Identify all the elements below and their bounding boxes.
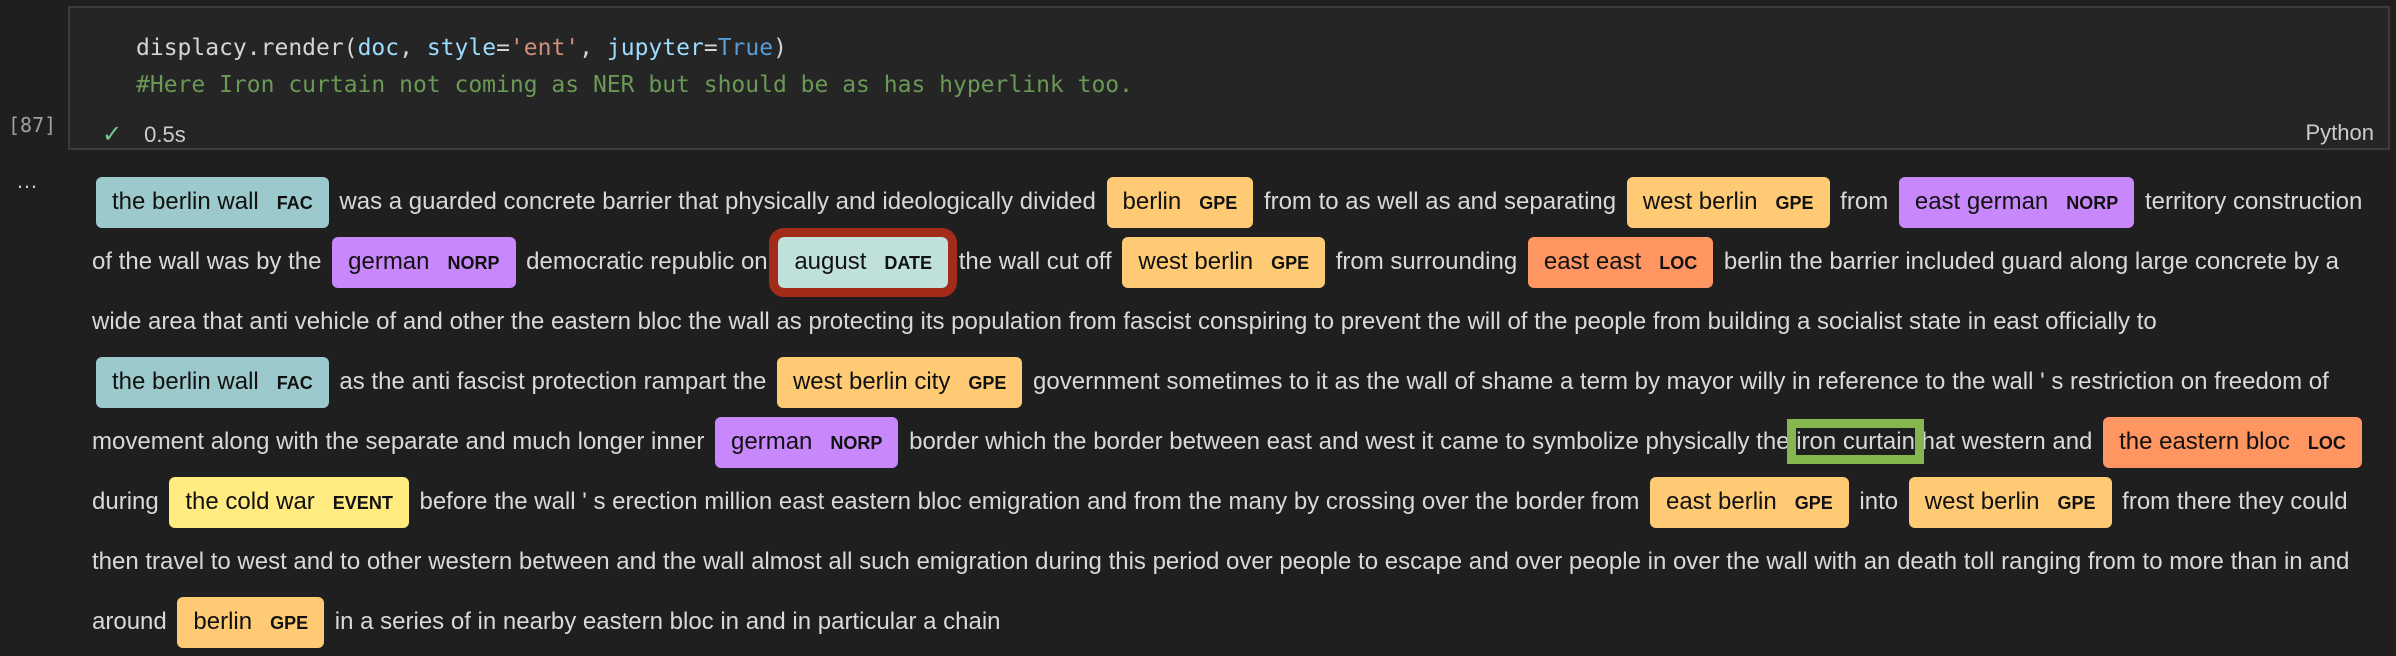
code-token: style <box>426 35 497 61</box>
entity-text: the berlin wall <box>112 188 259 215</box>
entity-gpe: west berlin GPE <box>1908 477 2112 528</box>
execution-time: 0.5s <box>144 121 186 147</box>
code-token: doc <box>357 35 400 61</box>
plain-text: hat western and <box>1921 428 2100 455</box>
code-cell[interactable]: displacy.render(doc, style='ent', jupyte… <box>68 6 2390 150</box>
code-token: True <box>717 35 774 61</box>
entity-label: FAC <box>276 193 313 213</box>
code-token: 'ent' <box>509 35 580 61</box>
entity-label: GPE <box>270 613 309 633</box>
code-token: , <box>579 35 607 61</box>
code-token: , <box>399 35 427 61</box>
plain-text: border which the border between east and… <box>902 428 1797 455</box>
code-token: ) <box>773 35 787 61</box>
entity-text: the berlin wall <box>112 368 259 395</box>
plain-text: as the anti fascist protection rampart t… <box>332 368 773 395</box>
execution-status: ✓ 0.5s <box>102 120 186 149</box>
entity-label: GPE <box>1199 193 1238 213</box>
entity-label: DATE <box>884 253 933 273</box>
plain-text: was a guarded concrete barrier that phys… <box>332 188 1103 215</box>
execution-count: [87] <box>8 113 57 137</box>
displacy-output: the berlin wall FAC was a guarded concret… <box>92 172 2382 652</box>
entity-text: east german <box>1914 188 2049 215</box>
entity-text: german <box>348 248 430 275</box>
code-token: = <box>703 35 718 61</box>
entity-label: GPE <box>2057 493 2096 513</box>
entity-fac: the berlin wall FAC <box>96 357 329 408</box>
entity-label: GPE <box>1794 493 1833 513</box>
check-icon: ✓ <box>102 121 123 148</box>
entity-gpe: west berlin GPE <box>1122 237 1326 288</box>
entity-norp: german NORP <box>332 237 516 288</box>
entity-text: august <box>794 248 867 275</box>
entity-gpe: west berlin city GPE <box>776 357 1023 408</box>
entity-gpe: east berlin GPE <box>1649 477 1849 528</box>
code-line-1: displacy.render(doc, style='ent', jupyte… <box>136 35 787 61</box>
entity-text: berlin <box>1122 188 1182 215</box>
plain-text: into <box>1852 488 1905 515</box>
entity-norp: east german NORP <box>1898 177 2135 228</box>
entity-text: west berlin <box>1924 488 2040 515</box>
plain-text: democratic republic on <box>519 248 775 275</box>
code-token: jupyter <box>606 35 704 61</box>
plain-text: in a series of in nearby eastern bloc in… <box>328 608 1001 635</box>
entity-gpe: berlin GPE <box>1106 177 1254 228</box>
plain-text: before the wall ' s erection million eas… <box>412 488 1646 515</box>
entity-label: GPE <box>1271 253 1310 273</box>
entity-gpe: west berlin GPE <box>1626 177 1830 228</box>
plain-text: the wall cut off <box>952 248 1119 275</box>
entity-event: the cold war EVENT <box>169 477 409 528</box>
entity-loc: the eastern bloc LOC <box>2103 417 2362 468</box>
entity-label: GPE <box>968 373 1007 393</box>
code-token: displacy.render( <box>136 35 358 61</box>
entity-label: NORP <box>2066 193 2119 213</box>
plain-text: from <box>1833 188 1895 215</box>
plain-text: from to as well as and separating <box>1257 188 1623 215</box>
entity-loc: east east LOC <box>1527 237 1714 288</box>
entity-date: august DATE <box>769 228 958 297</box>
more-actions-icon[interactable]: … <box>16 168 40 194</box>
plain-text: during <box>92 488 166 515</box>
entity-label: GPE <box>1775 193 1814 213</box>
entity-text: berlin <box>193 608 253 635</box>
entity-label: EVENT <box>332 493 393 513</box>
plain-text: from surrounding <box>1329 248 1524 275</box>
entity-fac: the berlin wall FAC <box>96 177 329 228</box>
entity-text: the cold war <box>185 488 315 515</box>
entity-label: LOC <box>2307 433 2346 453</box>
code-editor[interactable]: displacy.render(doc, style='ent', jupyte… <box>136 30 1133 104</box>
entity-label: LOC <box>1659 253 1698 273</box>
entity-label: FAC <box>276 373 313 393</box>
entity-norp: german NORP <box>715 417 899 468</box>
entity-text: west berlin <box>1138 248 1254 275</box>
entity-text: east berlin <box>1665 488 1777 515</box>
entity-text: the eastern bloc <box>2119 428 2290 455</box>
entity-text: west berlin city <box>792 368 951 395</box>
entity-text: german <box>731 428 813 455</box>
entity-text: west berlin <box>1642 188 1758 215</box>
entity-gpe: berlin GPE <box>177 597 325 648</box>
code-token: = <box>496 35 510 61</box>
iron-curtain-annotation: iron curtain <box>1787 419 1924 464</box>
entity-label: NORP <box>447 253 500 273</box>
entity-label: NORP <box>830 433 883 453</box>
code-line-2-comment: #Here Iron curtain not coming as NER but… <box>136 72 1133 98</box>
entity-text: east east <box>1543 248 1642 275</box>
language-selector[interactable]: Python <box>2306 120 2375 146</box>
